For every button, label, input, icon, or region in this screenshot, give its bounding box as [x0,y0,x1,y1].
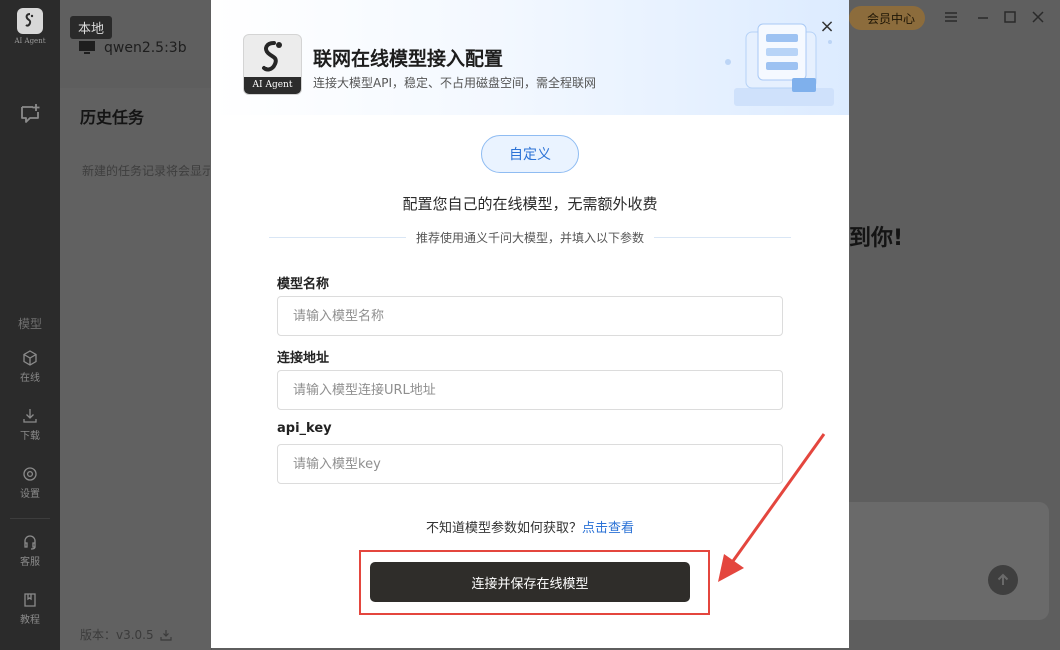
dialog-logo-text: AI Agent [244,77,301,94]
sidebar-item-tutorial[interactable]: 教程 [0,592,60,626]
sidebar-item-label: 设置 [20,489,40,500]
help-text: 不知道模型参数如何获取？ [425,521,582,536]
sidebar-divider [10,518,50,519]
sidebar-item-label: 在线 [20,373,40,384]
connection-url-input[interactable] [277,370,783,410]
sidebar-item-settings[interactable]: 设置 [0,466,60,500]
vip-center-label: 会员中心 [866,11,915,26]
download-icon[interactable] [160,629,172,641]
current-model-name: qwen2.5:3b [104,40,187,56]
dialog-headline: 配置您自己的在线模型，无需额外收费 [402,195,658,213]
cube-icon [23,350,37,366]
sidebar-item-label: 教程 [20,615,40,626]
recommendation-hint-text: 推荐使用通义千问大模型，并填入以下参数 [416,230,645,245]
chat-input-area[interactable] [849,502,1049,620]
history-title: 历史任务 [80,108,145,127]
model-name-input[interactable] [277,296,783,336]
arrow-up-icon [997,573,1009,585]
annotation-arrow-icon [718,433,826,582]
app-logo: AI Agent [10,8,50,52]
divider [269,236,406,238]
sidebar-item-label: 客服 [20,557,40,568]
sidebar: AI Agent 模型 在线 下载 设置 客服 教程 [0,0,60,650]
dialog-title: 联网在线模型接入配置 [313,48,504,70]
ai-agent-logo-icon [262,41,282,72]
welcome-heading: 到你! [849,226,904,251]
monitor-icon [79,41,95,54]
current-model[interactable]: qwen2.5:3b [78,40,187,56]
send-button[interactable] [988,565,1018,595]
app-logo-icon [17,8,43,34]
tab-custom[interactable]: 自定义 [481,135,579,173]
close-icon: × [819,15,835,37]
minimize-icon[interactable] [975,9,991,25]
book-icon [24,593,36,607]
maximize-icon[interactable] [1002,9,1018,25]
dialog-logo: AI Agent [243,34,302,95]
settings-icon [23,467,37,481]
recommendation-hint: 推荐使用通义千问大模型，并填入以下参数 [269,228,792,246]
version-label: 版本：v3.0.5 [80,628,154,642]
model-name-label: 模型名称 [277,277,330,292]
vip-center-button[interactable]: 会员中心 [849,6,925,30]
menu-icon[interactable] [943,9,959,25]
dialog-subtitle: 连接大模型API，稳定、不占用磁盘空间，需全程联网 [313,76,596,90]
history-empty-text: 新建的任务记录将会显示在这里 [82,164,210,178]
sidebar-section-models: 模型 [17,317,42,331]
connection-url-label: 连接地址 [277,351,330,366]
sidebar-item-support[interactable]: 客服 [0,534,60,568]
help-link[interactable]: 点击查看 [582,521,634,536]
close-window-icon[interactable] [1030,9,1046,25]
new-chat-icon[interactable] [18,102,42,126]
local-model-badge[interactable]: 本地 [70,16,113,39]
sidebar-item-label: 下载 [20,431,40,442]
api-key-label: api_key [277,421,332,436]
download-icon [23,409,37,423]
sidebar-item-online[interactable]: 在线 [0,350,60,384]
close-dialog-button[interactable]: × [818,15,836,37]
sidebar-item-download[interactable]: 下载 [0,408,60,442]
headset-icon [24,535,36,550]
divider [654,236,792,238]
app-logo-text: AI Agent [14,37,46,45]
version-info: 版本：v3.0.5 [80,626,172,643]
highlight-box [359,550,710,615]
